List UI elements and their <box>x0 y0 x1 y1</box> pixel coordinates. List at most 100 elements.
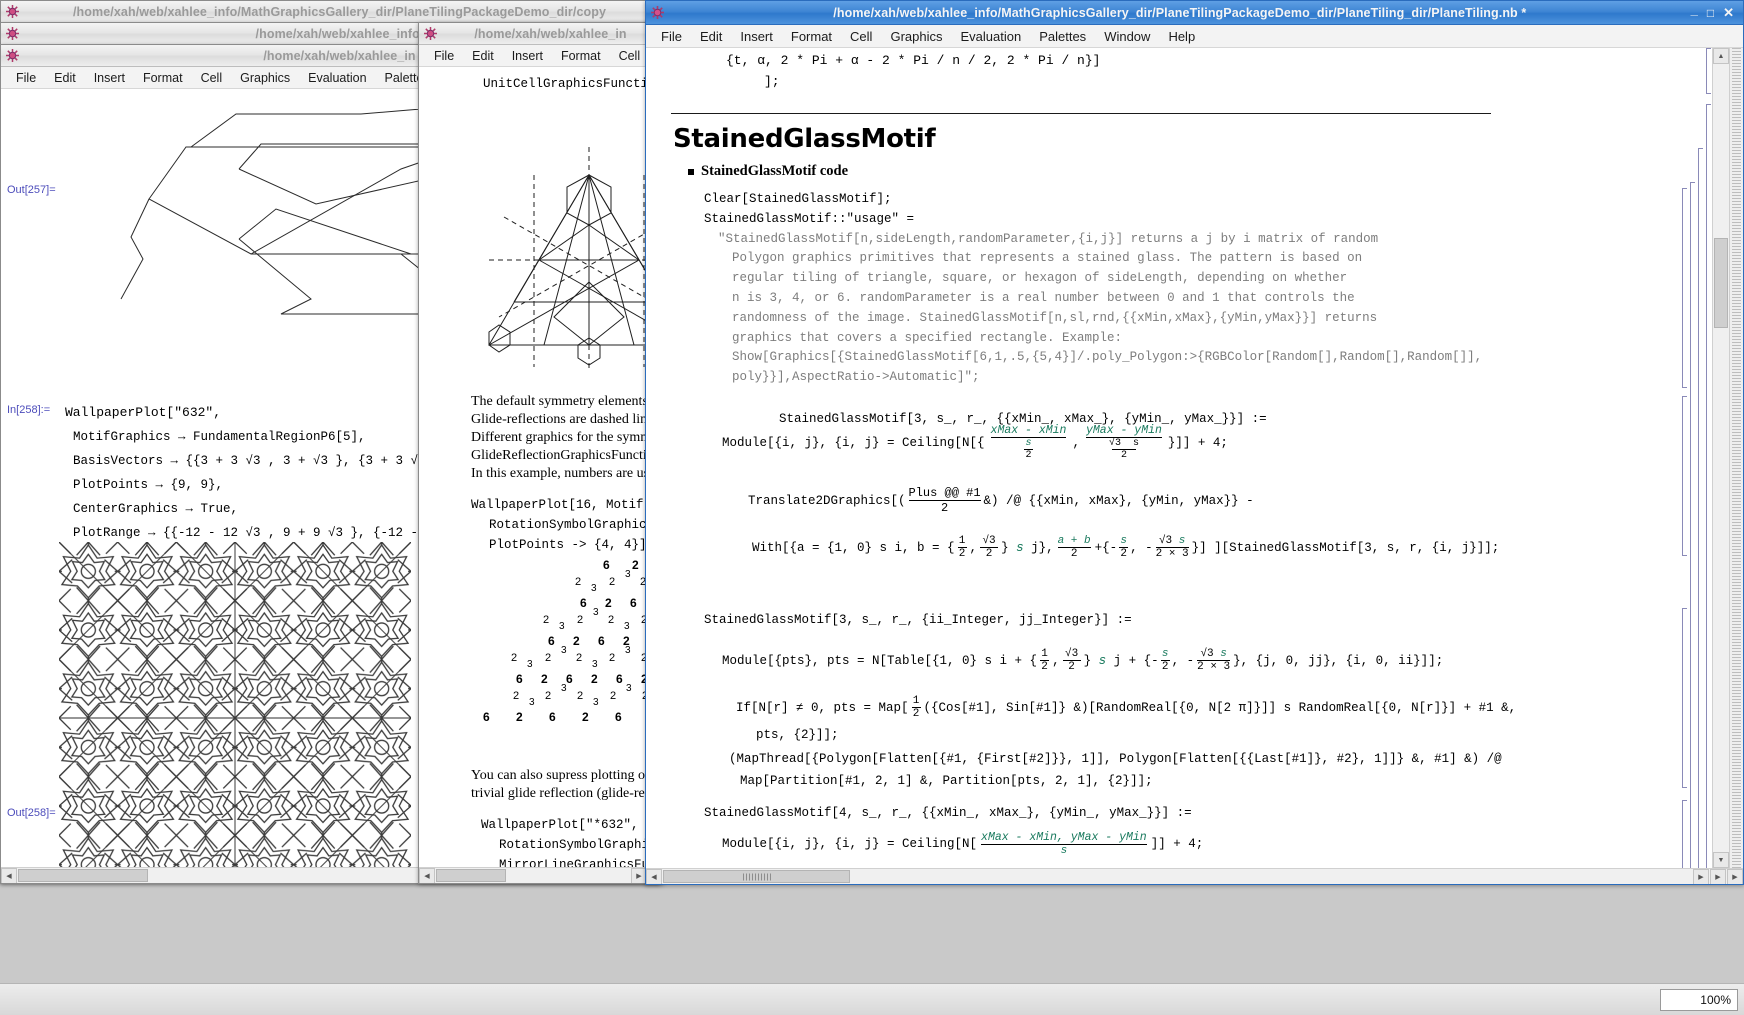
cell-bracket[interactable] <box>1698 148 1703 868</box>
section-divider <box>671 113 1491 114</box>
code-line: Show[Graphics[{StainedGlassMotif[6,1,.5,… <box>732 350 1483 365</box>
sqrt3s-fraction: √3 s 2 × 3 <box>1155 535 1189 560</box>
module-suffix: ]] + 4; <box>1150 837 1204 851</box>
titlebar-middle[interactable]: /home/xah/web/xahlee_in <box>419 23 663 45</box>
section-title: StainedGlassMotif <box>673 124 936 154</box>
menu-cell[interactable]: Cell <box>610 47 650 65</box>
cell-bracket[interactable] <box>1682 800 1687 868</box>
horizontal-scrollbar-main[interactable]: ◀ ▶ ▶ ▶ <box>646 868 1743 884</box>
menu-insert[interactable]: Insert <box>731 27 782 46</box>
half-fraction: 1 2 <box>1040 648 1050 673</box>
top-code-line-1: {t, α, 2 * Pi + α - 2 * Pi / n / 2, 2 * … <box>726 53 1101 68</box>
scroll-left-button[interactable]: ◀ <box>1 868 17 883</box>
with-prefix: With[{a = {1, 0} s i, b = { <box>752 540 955 555</box>
menu-help[interactable]: Help <box>1159 27 1204 46</box>
code-line: regular tiling of triangle, square, or h… <box>732 271 1348 286</box>
with-tail: }] ][StainedGlassMotif[3, s, r, {i, j}]]… <box>1191 540 1500 555</box>
scroll-left-button[interactable]: ◀ <box>646 869 662 884</box>
square-bullet-icon <box>688 168 694 175</box>
menu-format[interactable]: Format <box>134 69 192 87</box>
cell-bracket[interactable] <box>1706 104 1711 868</box>
code-cell-258[interactable]: WallpaperPlot["632", MotifGraphics → Fun… <box>65 401 478 545</box>
code-line: WallpaperPlot[16, Motif <box>471 498 644 512</box>
half-fraction: 1 2 <box>911 695 921 720</box>
vertical-scrollbar-main[interactable]: ▲ ▼ <box>1712 48 1729 868</box>
menu-palettes[interactable]: Palettes <box>1030 27 1095 46</box>
menu-graphics[interactable]: Graphics <box>881 27 951 46</box>
window-main-notebook[interactable]: /home/xah/web/xahlee_info/MathGraphicsGa… <box>645 0 1744 885</box>
zoom-level-indicator[interactable]: 100% <box>1660 989 1738 1011</box>
scroll-down-button[interactable]: ▼ <box>1713 852 1729 868</box>
menu-format[interactable]: Format <box>552 47 610 65</box>
subsection-label: StainedGlassMotif code <box>701 163 849 179</box>
translate-prefix: Translate2DGraphics[( <box>748 493 906 508</box>
cell-bracket-group[interactable] <box>1671 48 1711 868</box>
rotation-symbol-number-grid: 6 2 6 2 3 2 3 2 3 6 2 6 2 2 3 2 3 2 3 2 <box>483 558 663 724</box>
vscroll-thumb[interactable] <box>1714 238 1728 328</box>
menu-evaluation[interactable]: Evaluation <box>299 69 375 87</box>
menu-graphics[interactable]: Graphics <box>231 69 299 87</box>
menu-file[interactable]: File <box>652 27 691 46</box>
window-middle-notebook[interactable]: /home/xah/web/xahlee_in File Edit Insert… <box>418 22 664 884</box>
paragraph-line: You can also supress plotting of c <box>471 768 660 783</box>
titlebar-main[interactable]: /home/xah/web/xahlee_info/MathGraphicsGa… <box>646 1 1743 25</box>
scroll-up-button[interactable]: ▲ <box>1713 48 1729 64</box>
menu-evaluation[interactable]: Evaluation <box>951 27 1030 46</box>
cell-bracket[interactable] <box>1682 396 1687 556</box>
menu-insert[interactable]: Insert <box>503 47 552 65</box>
middle-code-block-1[interactable]: WallpaperPlot[16, Motif RotationSymbolGr… <box>471 495 654 555</box>
minimize-icon[interactable] <box>1691 6 1698 19</box>
in-label-258: In[258]:= <box>7 404 51 416</box>
scroll-left-button[interactable]: ◀ <box>419 868 435 883</box>
cell-bracket[interactable] <box>1690 182 1695 868</box>
menu-cell[interactable]: Cell <box>841 27 881 46</box>
paragraph-line: GlideReflectionGraphicsFunction <box>471 448 661 463</box>
close-icon[interactable] <box>1723 6 1734 19</box>
definition-2-header: StainedGlassMotif[3, s_, r_, {ii_Integer… <box>704 613 1132 627</box>
taskbar[interactable]: 100% <box>0 983 1744 1015</box>
half-fraction: 1 2 <box>957 535 967 560</box>
mathematica-icon <box>5 4 20 19</box>
usage-code-cell[interactable]: Clear[StainedGlassMotif]; StainedGlassMo… <box>704 190 1482 388</box>
menu-edit[interactable]: Edit <box>463 47 503 65</box>
scroll-end-button[interactable]: ▶ <box>1727 869 1743 884</box>
sqrt3-half-fraction: √3 2 <box>980 535 999 560</box>
middle-heading: UnitCellGraphicsFuncti <box>483 77 649 91</box>
menubar-middle[interactable]: File Edit Insert Format Cell Gr <box>419 45 663 67</box>
subsection-heading[interactable]: StainedGlassMotif code <box>688 163 848 180</box>
menubar-main[interactable]: File Edit Insert Format Cell Graphics Ev… <box>646 25 1743 48</box>
titlebar-background-1[interactable]: /home/xah/web/xahlee_info/MathGraphicsGa… <box>1 1 659 23</box>
scroll-right-button[interactable]: ▶ <box>1693 869 1709 884</box>
definition-3-module: Module[{i, j}, {i, j} = Ceiling[N[ xMax … <box>722 831 1203 857</box>
notebook-page[interactable]: {t, α, 2 * Pi + α - 2 * Pi / n / 2, 2 * … <box>646 48 1711 868</box>
menu-insert[interactable]: Insert <box>85 69 134 87</box>
fraction-denominator: √3 s 2 <box>1108 438 1139 461</box>
hscroll-thumb[interactable] <box>18 869 148 882</box>
scroll-page-right-button[interactable]: ▶ <box>1710 869 1726 884</box>
definition-2-mapthread: (MapThread[{Polygon[Flatten[{#1, {First[… <box>729 752 1502 766</box>
menu-file[interactable]: File <box>425 47 463 65</box>
menu-file[interactable]: File <box>7 69 45 87</box>
module-prefix: Module[{i, j}, {i, j} = Ceiling[N[{ <box>722 435 985 450</box>
cell-bracket[interactable] <box>1682 188 1687 388</box>
s-half-fraction: s 2 <box>1160 648 1170 673</box>
definition-1-translate: Translate2DGraphics[( Plus @@ #1 2 &) /@… <box>748 486 1254 515</box>
window-controls-main[interactable] <box>1691 6 1739 19</box>
menu-cell[interactable]: Cell <box>192 69 232 87</box>
paragraph-line: trivial glide reflection (glide-reflec <box>471 786 663 801</box>
notebook-right-margin <box>1729 48 1743 868</box>
menu-edit[interactable]: Edit <box>45 69 85 87</box>
menu-window[interactable]: Window <box>1095 27 1159 46</box>
definition-2-map: Map[Partition[#1, 2, 1] &, Partition[pts… <box>740 774 1153 788</box>
horizontal-scrollbar-middle[interactable]: ◀ ▶ <box>419 867 647 883</box>
fraction-denominator: s 2 <box>1024 438 1033 461</box>
fraction-2: yMax - yMin √3 s 2 <box>1085 424 1162 461</box>
menu-edit[interactable]: Edit <box>691 27 731 46</box>
maximize-icon[interactable] <box>1707 6 1714 19</box>
cell-bracket[interactable] <box>1706 48 1711 94</box>
hscroll-thumb[interactable] <box>663 870 850 883</box>
hscroll-thumb[interactable] <box>436 869 506 882</box>
menu-format[interactable]: Format <box>782 27 841 46</box>
code-line: randomness of the image. StainedGlassMot… <box>732 310 1378 325</box>
cell-bracket[interactable] <box>1682 608 1687 788</box>
